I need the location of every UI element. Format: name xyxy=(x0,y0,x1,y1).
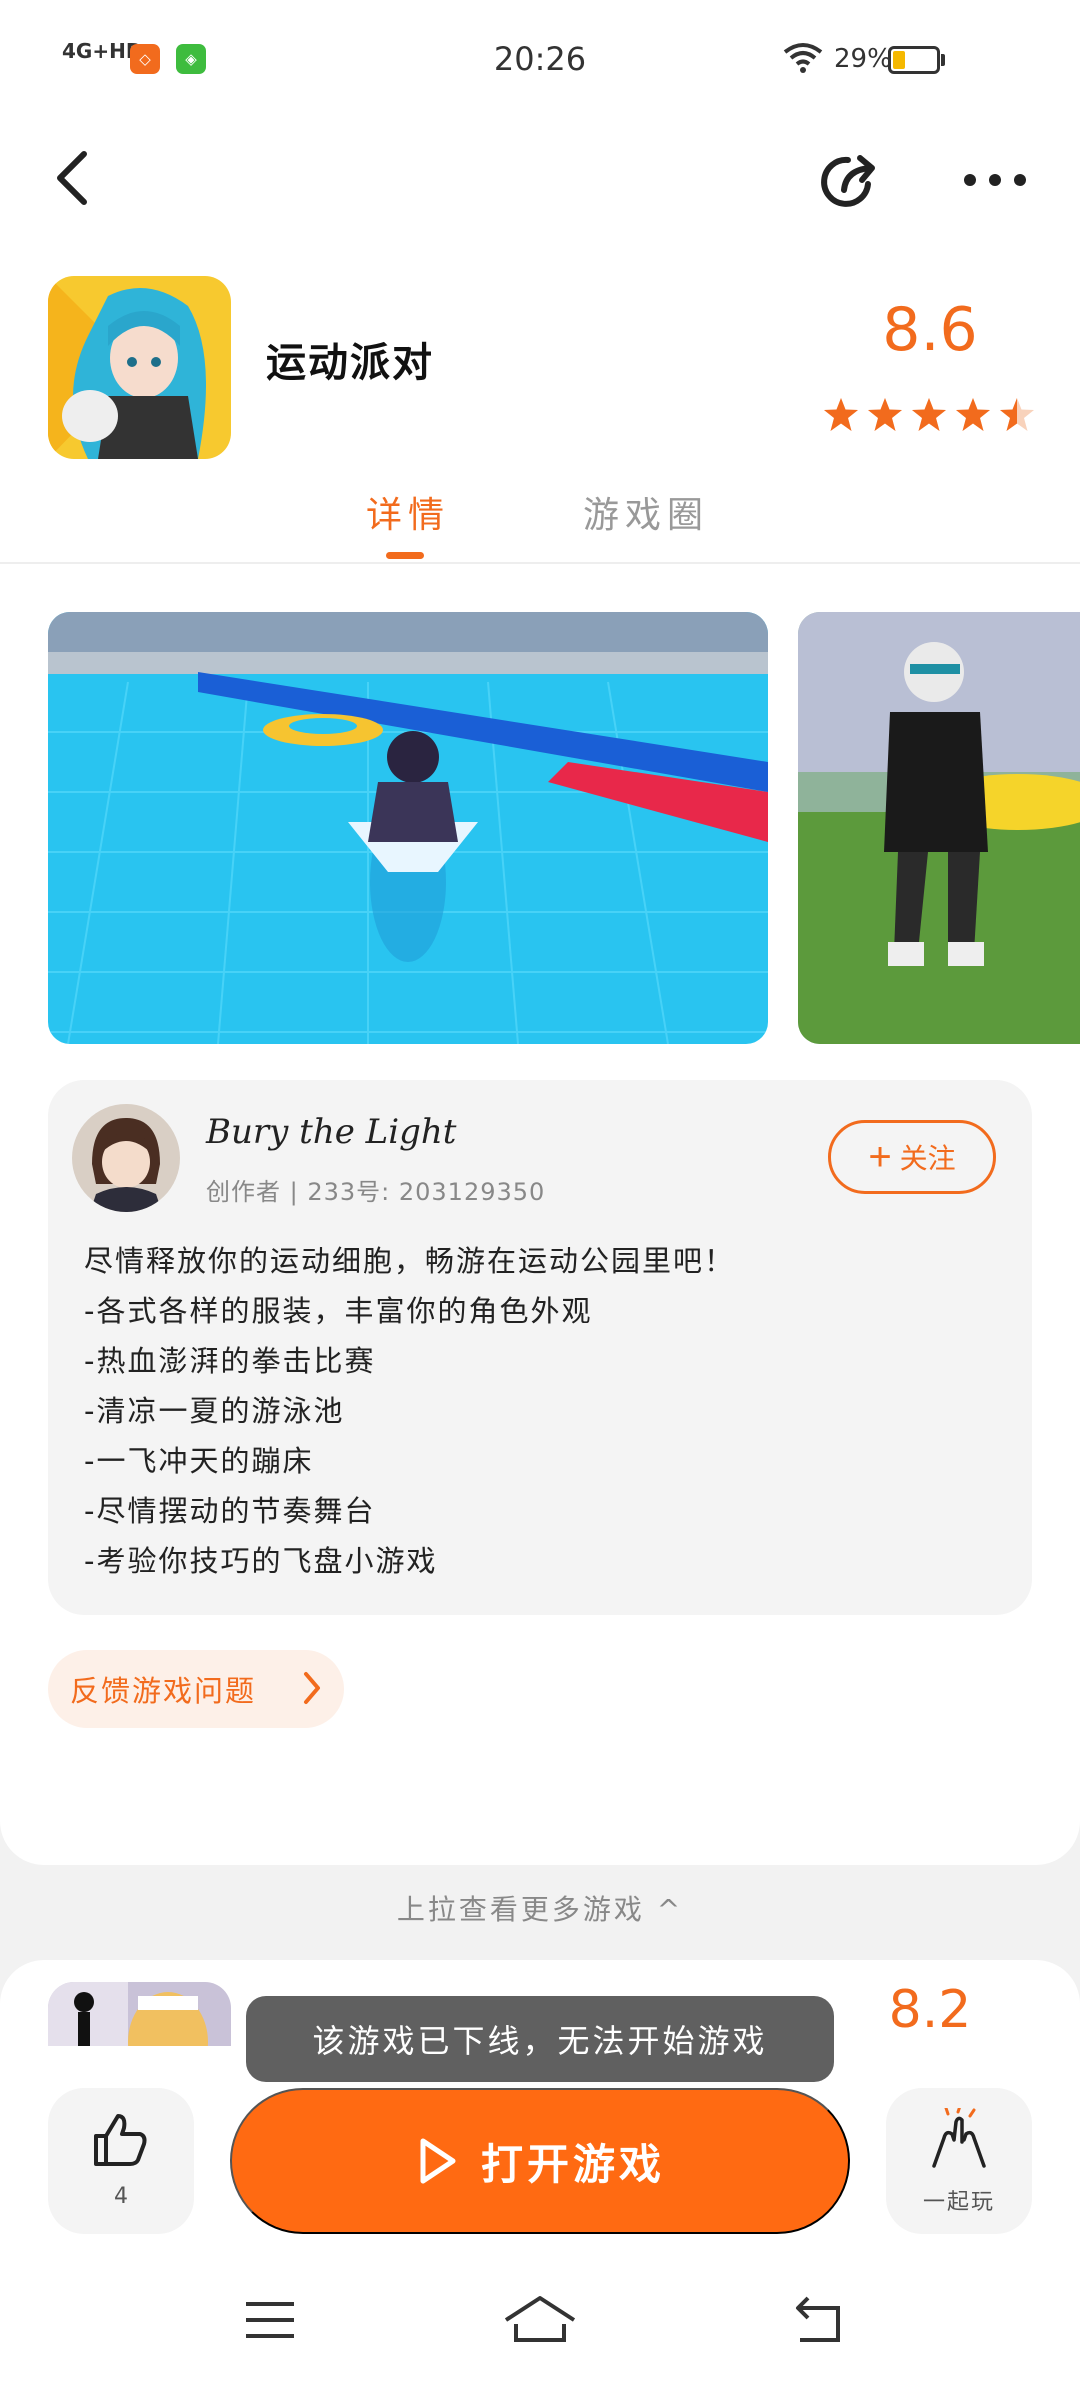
tab-game-circle[interactable]: 游戏圈 xyxy=(583,486,709,538)
pull-up-more-games[interactable]: 上拉查看更多游戏 ^ xyxy=(0,1888,1080,1928)
follow-label: 关注 xyxy=(899,1143,956,1174)
like-button[interactable]: 4 xyxy=(48,2088,194,2234)
tab-bar: 详情 游戏圈 xyxy=(0,486,1080,562)
like-count: 4 xyxy=(114,2184,128,2209)
game-description: 尽情释放你的运动细胞，畅游在运动公园里吧！ -各式各样的服装，丰富你的角色外观 … xyxy=(84,1236,984,1586)
creator-avatar[interactable] xyxy=(72,1104,180,1212)
plus-icon: + xyxy=(868,1135,892,1179)
play-together-label: 一起玩 xyxy=(922,2190,995,2215)
menu-icon[interactable] xyxy=(240,2290,300,2350)
description-line: -尽情摆动的节奏舞台 xyxy=(84,1494,376,1528)
game-title: 运动派对 xyxy=(266,340,434,386)
home-icon[interactable] xyxy=(500,2290,580,2350)
chevron-right-icon xyxy=(304,1672,320,1704)
creator-name[interactable]: Bury the Light xyxy=(206,1112,456,1152)
star-icon xyxy=(912,398,946,431)
active-tab-indicator xyxy=(386,552,424,559)
tab-details[interactable]: 详情 xyxy=(366,486,450,538)
creator-meta: 创作者 | 233号: 203129350 xyxy=(206,1178,546,1206)
high-five-icon xyxy=(932,2108,986,2168)
rating-score: 8.6 xyxy=(882,295,978,365)
screenshot-dancer[interactable] xyxy=(798,612,1080,1044)
description-line: -各式各样的服装，丰富你的角色外观 xyxy=(84,1294,593,1328)
divider xyxy=(0,562,1080,564)
rating-stars xyxy=(822,396,1036,434)
system-nav-bar xyxy=(0,2290,1080,2370)
play-icon xyxy=(420,2138,456,2184)
thumbs-up-icon xyxy=(94,2114,147,2166)
star-icon xyxy=(868,398,902,431)
battery-icon xyxy=(888,46,940,74)
battery-cap xyxy=(941,54,945,66)
description-line: -热血澎湃的拳击比赛 xyxy=(84,1344,376,1378)
description-line: -一飞冲天的蹦床 xyxy=(84,1444,314,1478)
toast-message: 该游戏已下线，无法开始游戏 xyxy=(246,1996,834,2082)
status-bar: 4G+HD ◇ ◈ 20:26 29% xyxy=(0,0,1080,120)
feedback-label: 反馈游戏问题 xyxy=(70,1674,257,1708)
star-icon xyxy=(956,398,990,431)
feedback-button[interactable]: 反馈游戏问题 xyxy=(48,1650,344,1728)
back-nav-icon[interactable] xyxy=(790,2290,850,2350)
game-icon xyxy=(48,276,231,459)
screenshot-pool[interactable] xyxy=(48,612,768,1044)
description-line: -清凉一夏的游泳池 xyxy=(84,1394,345,1428)
battery-percent: 29% xyxy=(834,44,892,74)
description-line: 尽情释放你的运动细胞，畅游在运动公园里吧！ xyxy=(84,1244,736,1278)
next-game-rating: 8.2 xyxy=(888,1980,972,2040)
open-game-label: 打开游戏 xyxy=(480,2140,665,2188)
star-icon xyxy=(1000,398,1034,431)
back-icon[interactable] xyxy=(50,148,94,208)
play-together-button[interactable]: 一起玩 xyxy=(886,2088,1032,2234)
more-icon[interactable] xyxy=(960,160,1030,200)
follow-button[interactable]: + 关注 xyxy=(828,1120,996,1194)
share-icon[interactable] xyxy=(818,148,884,214)
open-game-button[interactable]: 打开游戏 xyxy=(230,2088,850,2234)
description-line: -考验你技巧的飞盘小游戏 xyxy=(84,1544,438,1578)
star-icon xyxy=(824,398,858,431)
wifi-icon xyxy=(783,43,823,73)
